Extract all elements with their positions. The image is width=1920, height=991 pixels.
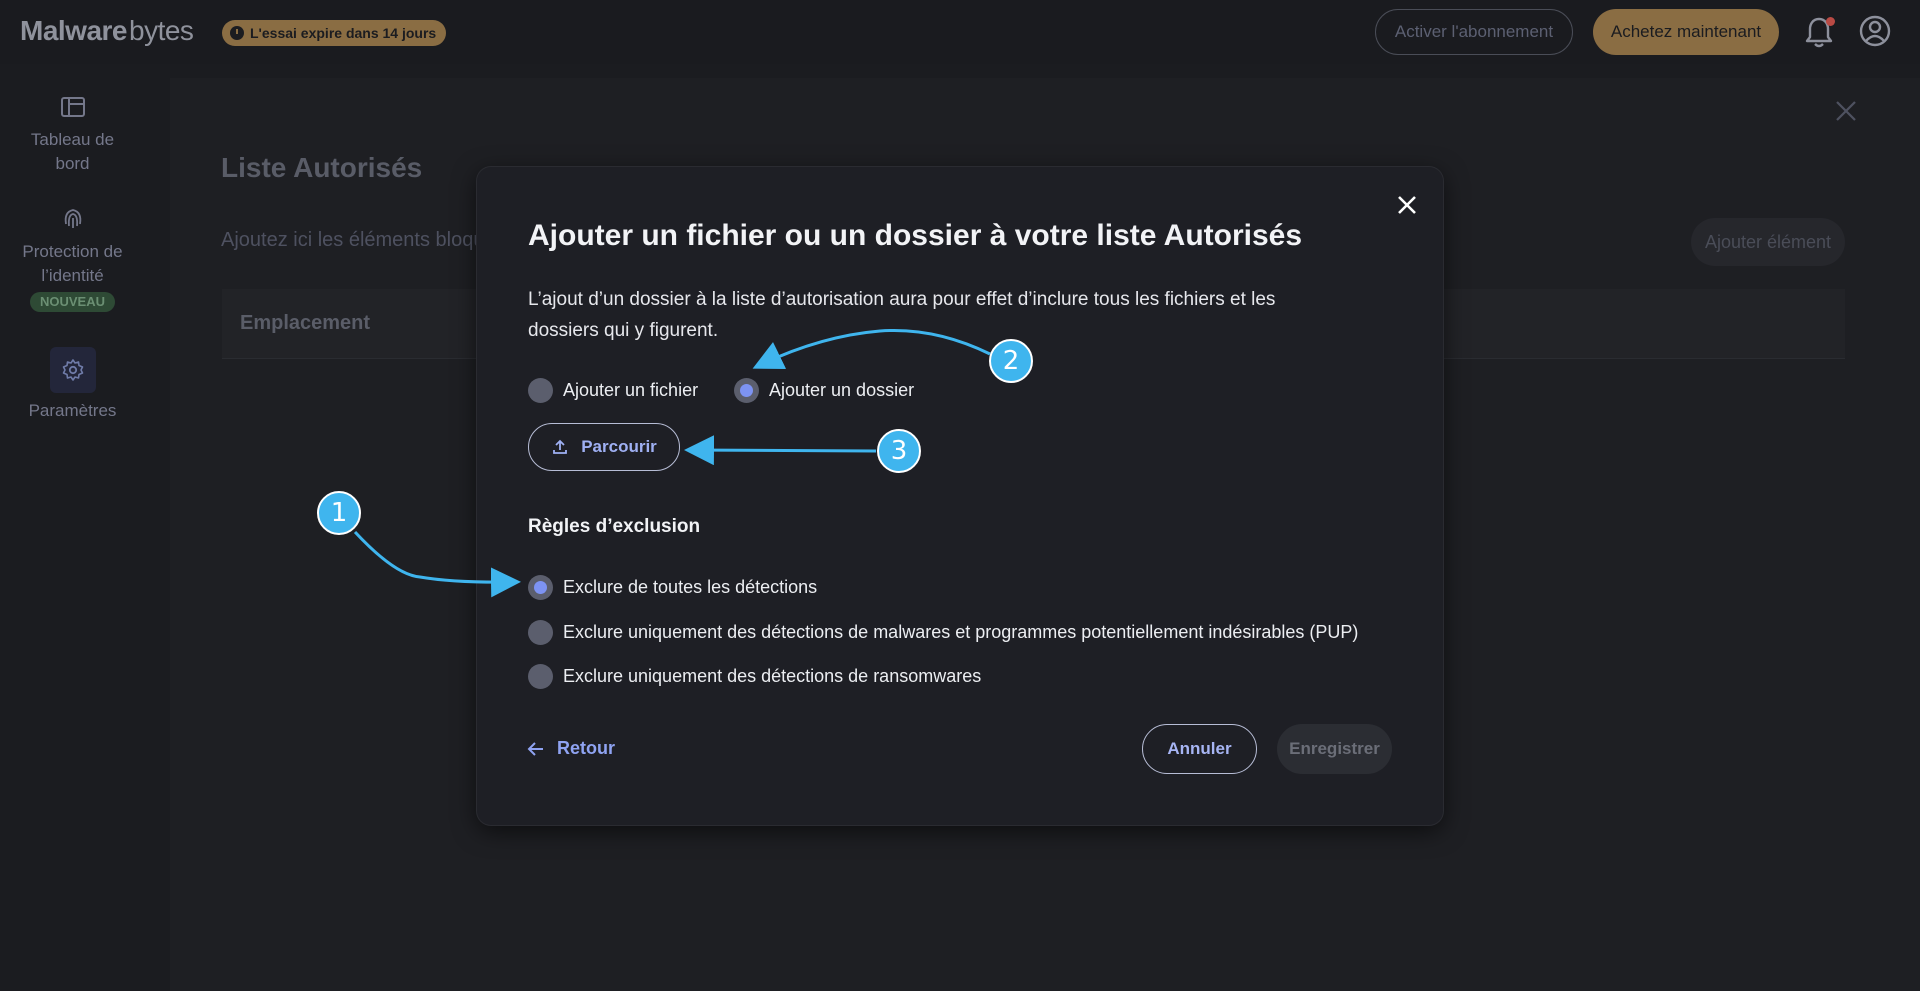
- dialog-description-line: dossiers qui y figurent.: [528, 320, 719, 341]
- radio-button-checked[interactable]: [734, 378, 759, 403]
- arrow-left-icon: [527, 741, 543, 756]
- panel-close-icon[interactable]: [1833, 98, 1859, 124]
- sidebar-item-label: Tableau de: [30, 130, 115, 149]
- sidebar-item-label: l’identité: [41, 266, 104, 285]
- dialog-description-line: L’ajout d’un dossier à la liste d’autori…: [528, 289, 1276, 310]
- step-badge-2: 2: [989, 339, 1033, 383]
- dialog-title: Ajouter un fichier ou un dossier à votre…: [528, 219, 1303, 252]
- account-icon[interactable]: [1858, 14, 1892, 48]
- radio-exclude-ransomware[interactable]: Exclure uniquement des détections de ran…: [528, 664, 981, 689]
- upload-icon: [553, 439, 568, 454]
- radio-label: Exclure uniquement des détections de mal…: [563, 622, 1359, 642]
- sidebar-item-dashboard[interactable]: Tableau de bord: [0, 92, 145, 176]
- fingerprint-icon: [64, 209, 81, 228]
- settings-icon-box: [49, 347, 96, 393]
- sidebar-item-label: bord: [55, 154, 90, 173]
- close-icon[interactable]: [1393, 191, 1421, 219]
- page-title: Liste Autorisés: [221, 152, 423, 183]
- radio-label: Ajouter un fichier: [563, 380, 699, 400]
- radio-label: Ajouter un dossier: [769, 380, 915, 400]
- logo-bold-part: Malware: [20, 15, 128, 46]
- browse-button[interactable]: Parcourir: [528, 423, 680, 471]
- sidebar: Tableau de bord Protection de l’identité…: [0, 64, 145, 991]
- radio-exclude-all[interactable]: Exclure de toutes les détections: [528, 575, 817, 600]
- radio-add-folder[interactable]: Ajouter un dossier: [734, 378, 914, 403]
- radio-label: Exclure de toutes les détections: [563, 577, 818, 597]
- page-description: Ajoutez ici les éléments bloqu: [221, 229, 485, 251]
- new-badge: NOUVEAU: [29, 292, 115, 312]
- sidebar-item-identity-protection[interactable]: Protection de l’identité NOUVEAU: [0, 204, 145, 313]
- save-button[interactable]: Enregistrer: [1277, 724, 1392, 774]
- logo-light-part: bytes: [129, 15, 194, 46]
- cancel-button[interactable]: Annuler: [1142, 724, 1257, 774]
- radio-button-checked[interactable]: [528, 575, 553, 600]
- buy-now-button[interactable]: Achetez maintenant: [1593, 9, 1779, 55]
- activate-subscription-button[interactable]: Activer l'abonnement: [1375, 9, 1573, 55]
- radio-exclude-malware-pup[interactable]: Exclure uniquement des détections de mal…: [528, 620, 1358, 645]
- browse-button-label: Parcourir: [581, 437, 657, 456]
- trial-badge: L'essai expire dans 14 jours: [222, 20, 447, 46]
- notification-dot: [1826, 17, 1835, 26]
- dashboard-icon: [60, 97, 85, 117]
- clock-icon: [230, 26, 244, 40]
- exclusion-rules-title: Règles d’exclusion: [528, 516, 701, 537]
- sidebar-item-label: Paramètres: [28, 401, 117, 420]
- top-bar: Malware bytes L'essai expire dans 14 jour…: [0, 0, 1920, 64]
- dialog-description: L’ajout d’un dossier à la liste d’autori…: [528, 284, 1368, 346]
- step-badge-1: 1: [317, 491, 361, 535]
- radio-label: Exclure uniquement des détections de ran…: [563, 666, 982, 686]
- sidebar-item-settings[interactable]: Paramètres: [0, 347, 145, 423]
- radio-button[interactable]: [528, 378, 553, 403]
- radio-button[interactable]: [528, 664, 553, 689]
- add-item-button[interactable]: Ajouter élément: [1691, 218, 1845, 266]
- back-link[interactable]: Retour: [527, 738, 615, 759]
- sidebar-item-label: Protection de: [22, 242, 123, 261]
- gear-icon: [62, 359, 83, 381]
- radio-add-file[interactable]: Ajouter un fichier: [528, 378, 698, 403]
- malwarebytes-logo: Malware bytes: [20, 14, 194, 48]
- step-badge-3: 3: [877, 429, 921, 473]
- back-link-label: Retour: [557, 738, 615, 758]
- trial-badge-label: L'essai expire dans 14 jours: [250, 25, 437, 41]
- radio-button[interactable]: [528, 620, 553, 645]
- column-header-location: Emplacement: [240, 312, 371, 334]
